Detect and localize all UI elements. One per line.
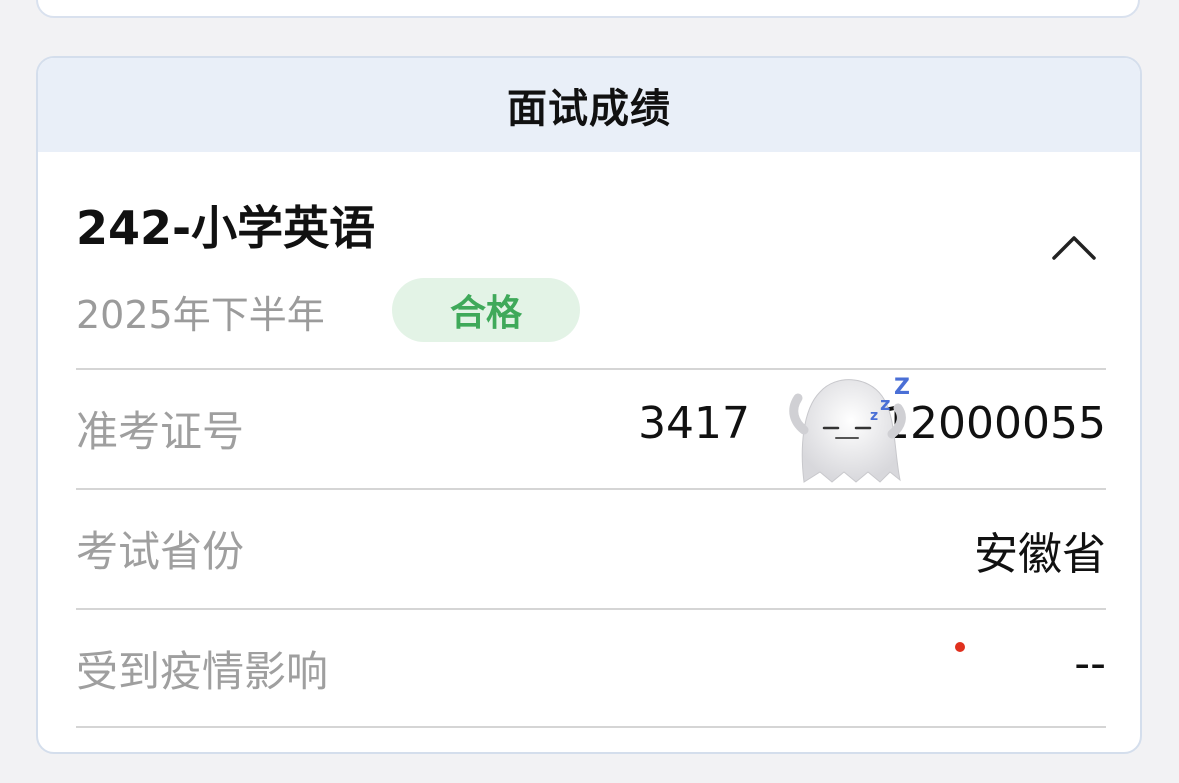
row-label: 受到疫情影响	[76, 647, 329, 696]
interview-score-card: 面试成绩 242-小学英语 2025年下半年 合格 准考证号 3417 1200…	[36, 56, 1142, 754]
sleeping-ghost-sticker: z z Z	[789, 375, 910, 483]
row-label: 考试省份	[76, 527, 245, 576]
status-badge: 合格	[392, 278, 580, 342]
row-exam-province: 考试省份 安徽省	[76, 488, 1106, 606]
row-value: 安徽省	[974, 529, 1106, 580]
card-header: 面试成绩	[38, 58, 1140, 152]
previous-card	[36, 0, 1140, 18]
row-admission-number: 准考证号 3417 12000055	[76, 368, 1106, 486]
notification-dot	[955, 642, 965, 652]
divider	[76, 726, 1106, 728]
subject-block[interactable]: 242-小学英语 2025年下半年 合格	[38, 152, 1140, 368]
row-value: --	[1074, 638, 1106, 689]
row-label: 准考证号	[76, 407, 245, 456]
subject-name: 242-小学英语	[76, 201, 376, 255]
svg-text:Z: Z	[894, 375, 910, 400]
row-epidemic-affected: 受到疫情影响 --	[76, 608, 1106, 726]
exam-period: 2025年下半年	[76, 293, 325, 337]
svg-text:z: z	[870, 408, 878, 424]
svg-text:z: z	[880, 394, 890, 415]
chevron-up-icon[interactable]	[1050, 232, 1098, 262]
card-title: 面试成绩	[507, 86, 671, 132]
